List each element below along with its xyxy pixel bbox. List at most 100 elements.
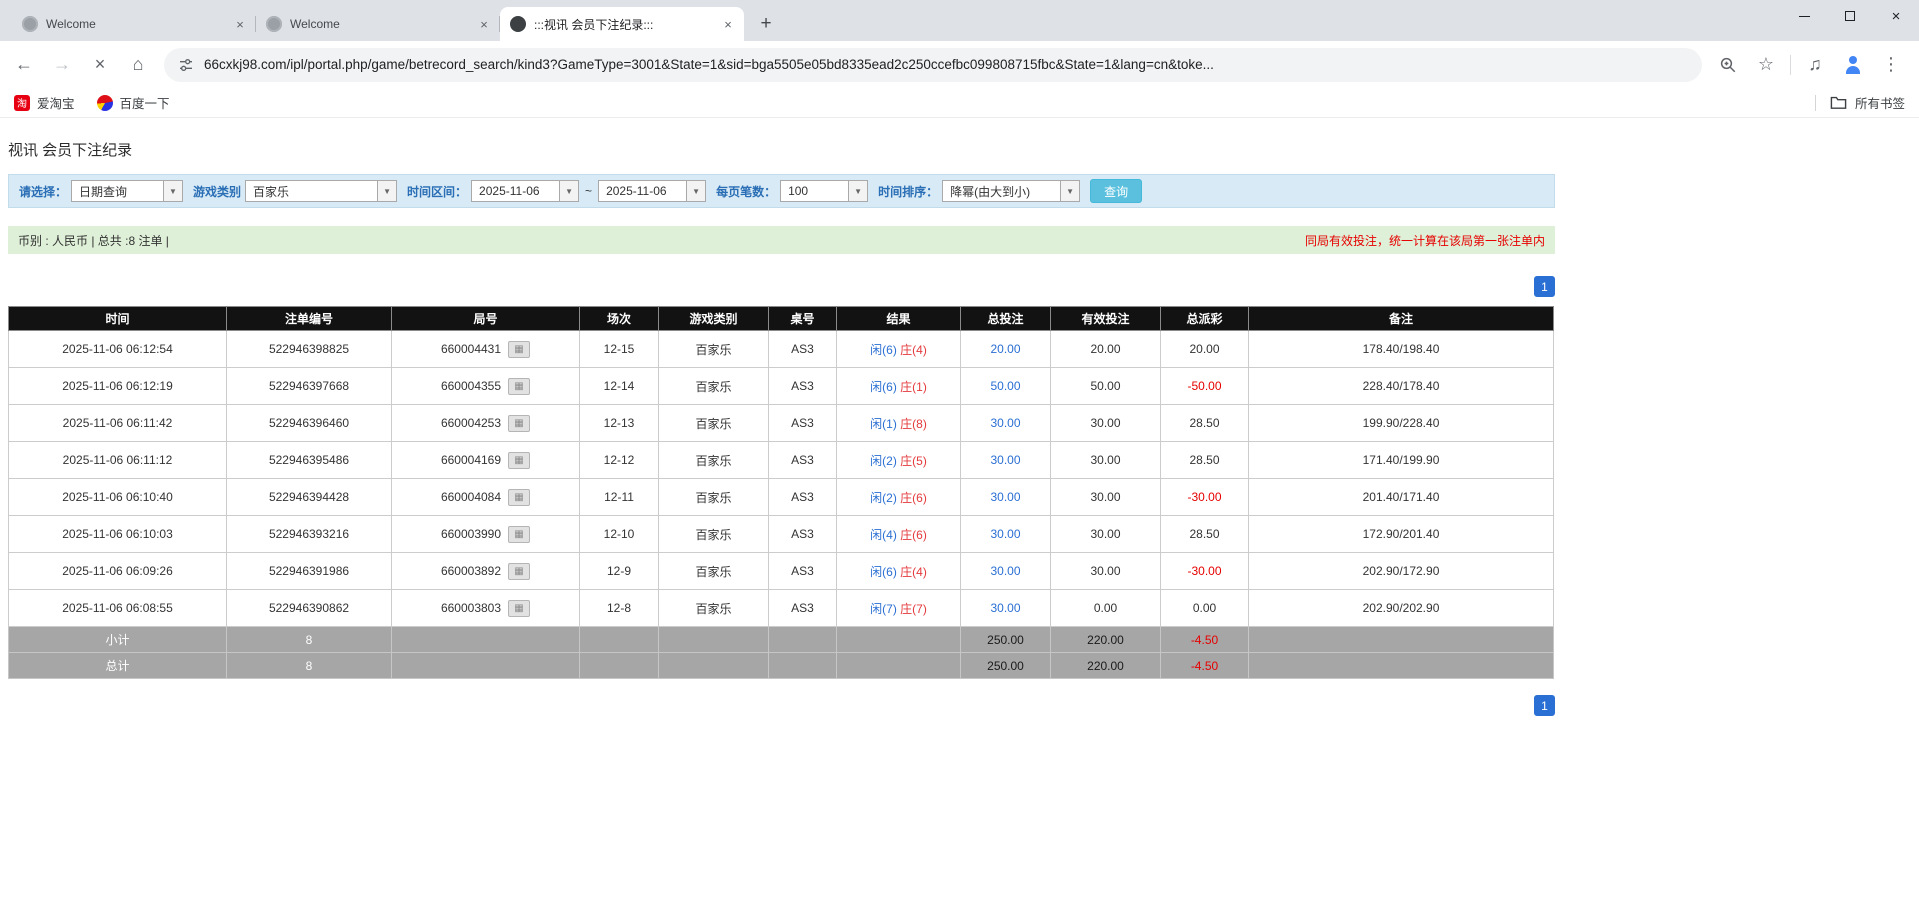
cell-result: 闲(1) 庄(8) — [837, 405, 961, 442]
new-tab-button[interactable]: + — [752, 10, 780, 38]
round-result-icon[interactable]: ▦ — [508, 378, 530, 395]
result-player: 闲(4) — [870, 528, 897, 542]
date-range-separator: ~ — [585, 184, 592, 198]
cell-table-no: AS3 — [769, 405, 837, 442]
cell-session: 12-10 — [580, 516, 659, 553]
chevron-down-icon[interactable]: ▼ — [559, 181, 578, 201]
result-banker: 庄(8) — [900, 417, 927, 431]
round-result-icon[interactable]: ▦ — [508, 489, 530, 506]
tab-close-icon[interactable]: × — [476, 16, 492, 32]
query-type-value: 日期查询 — [72, 181, 163, 201]
total-bet-link[interactable]: 30.00 — [990, 601, 1020, 615]
round-result-icon[interactable]: ▦ — [508, 452, 530, 469]
pagination-top: 1 — [8, 276, 1555, 297]
tab-welcome-1[interactable]: Welcome × — [12, 7, 256, 41]
date-to-select[interactable]: 2025-11-06 ▼ — [598, 180, 706, 202]
query-type-select[interactable]: 日期查询 ▼ — [71, 180, 183, 202]
empty-cell — [837, 627, 961, 653]
page-1-button[interactable]: 1 — [1534, 695, 1555, 716]
all-bookmarks-button[interactable]: 所有书签 — [1815, 93, 1905, 112]
round-result-icon[interactable]: ▦ — [508, 415, 530, 432]
pagination-bottom: 1 — [8, 695, 1555, 716]
date-from-select[interactable]: 2025-11-06 ▼ — [471, 180, 579, 202]
toolbar-divider — [1790, 55, 1791, 75]
bookmark-star-button[interactable]: ☆ — [1748, 47, 1784, 83]
window-controls: × — [1781, 0, 1919, 32]
col-remark: 备注 — [1249, 307, 1554, 331]
magnifier-plus-svg — [1719, 56, 1737, 74]
profile-button[interactable] — [1835, 47, 1871, 83]
game-type-select[interactable]: 百家乐 ▼ — [245, 180, 397, 202]
round-result-icon[interactable]: ▦ — [508, 341, 530, 358]
bet-record-table: 时间 注单编号 局号 场次 游戏类别 桌号 结果 总投注 有效投注 总派彩 备注… — [8, 306, 1554, 679]
round-result-icon[interactable]: ▦ — [508, 563, 530, 580]
page-1-button[interactable]: 1 — [1534, 276, 1555, 297]
tab-bet-record[interactable]: :::视讯 会员下注纪录::: × — [500, 7, 744, 41]
cell-result: 闲(4) 庄(6) — [837, 516, 961, 553]
maximize-button[interactable] — [1827, 0, 1873, 32]
globe-favicon — [22, 16, 38, 32]
cell-total-bet: 30.00 — [961, 516, 1051, 553]
chevron-down-icon[interactable]: ▼ — [848, 181, 867, 201]
cell-session: 12-13 — [580, 405, 659, 442]
total-bet-link[interactable]: 30.00 — [990, 527, 1020, 541]
chevron-down-icon[interactable]: ▼ — [686, 181, 705, 201]
round-number: 660004169 — [441, 453, 501, 467]
media-controls-button[interactable]: ♫ — [1797, 47, 1833, 83]
round-result-icon[interactable]: ▦ — [508, 526, 530, 543]
site-settings-icon[interactable] — [178, 57, 194, 73]
chevron-down-icon[interactable]: ▼ — [163, 181, 182, 201]
total-bet-link[interactable]: 30.00 — [990, 490, 1020, 504]
cell-round: 660004253▦ — [392, 405, 580, 442]
bookmarks-divider — [1815, 95, 1816, 111]
total-label: 总计 — [9, 653, 227, 679]
cell-result: 闲(2) 庄(6) — [837, 479, 961, 516]
total-bet-link[interactable]: 30.00 — [990, 453, 1020, 467]
cell-time: 2025-11-06 06:10:40 — [9, 479, 227, 516]
cell-payout: 0.00 — [1161, 590, 1249, 627]
round-result-icon[interactable]: ▦ — [508, 600, 530, 617]
cell-result: 闲(6) 庄(4) — [837, 553, 961, 590]
cell-table-no: AS3 — [769, 368, 837, 405]
cell-session: 12-8 — [580, 590, 659, 627]
close-window-button[interactable]: × — [1873, 0, 1919, 32]
subtotal-row: 小计 8 250.00 220.00 -4.50 — [9, 627, 1554, 653]
back-button[interactable]: ← — [6, 47, 42, 83]
tab-welcome-2[interactable]: Welcome × — [256, 7, 500, 41]
cell-table-no: AS3 — [769, 516, 837, 553]
cell-payout: -50.00 — [1161, 368, 1249, 405]
total-bet-link[interactable]: 30.00 — [990, 564, 1020, 578]
total-bet-link[interactable]: 30.00 — [990, 416, 1020, 430]
page-size-select[interactable]: 100 ▼ — [780, 180, 868, 202]
minimize-button[interactable] — [1781, 0, 1827, 32]
table-row: 2025-11-06 06:11:12522946395486660004169… — [9, 442, 1554, 479]
folder-icon — [1830, 95, 1847, 110]
chevron-down-icon[interactable]: ▼ — [377, 181, 396, 201]
home-button[interactable]: ⌂ — [120, 47, 156, 83]
result-player: 闲(6) — [870, 565, 897, 579]
tab-close-icon[interactable]: × — [232, 16, 248, 32]
bookmark-baidu[interactable]: 百度一下 — [97, 93, 170, 112]
tab-close-icon[interactable]: × — [720, 16, 736, 32]
menu-button[interactable]: ⋮ — [1873, 47, 1909, 83]
bookmark-aitaobao[interactable]: 淘 爱淘宝 — [14, 93, 75, 112]
result-player: 闲(1) — [870, 417, 897, 431]
address-bar[interactable]: 66cxkj98.com/ipl/portal.php/game/betreco… — [164, 48, 1702, 82]
subtotal-count: 8 — [227, 627, 392, 653]
zoom-icon[interactable] — [1710, 47, 1746, 83]
cell-round: 660003803▦ — [392, 590, 580, 627]
result-banker: 庄(6) — [900, 491, 927, 505]
total-row: 总计 8 250.00 220.00 -4.50 — [9, 653, 1554, 679]
chevron-down-icon[interactable]: ▼ — [1060, 181, 1079, 201]
total-bet-link[interactable]: 20.00 — [990, 342, 1020, 356]
total-bet-link[interactable]: 50.00 — [990, 379, 1020, 393]
time-sort-select[interactable]: 降幂(由大到小) ▼ — [942, 180, 1080, 202]
cell-remark: 199.90/228.40 — [1249, 405, 1554, 442]
search-button[interactable]: 查询 — [1090, 179, 1142, 203]
forward-button[interactable]: → — [44, 47, 80, 83]
cell-result: 闲(6) 庄(1) — [837, 368, 961, 405]
tab-strip: Welcome × Welcome × :::视讯 会员下注纪录::: × + … — [0, 0, 1919, 41]
stop-loading-button[interactable]: × — [82, 47, 118, 83]
page-size-value: 100 — [781, 181, 848, 201]
summary-bar: 币别 : 人民币 | 总共 :8 注单 | 同局有效投注，统一计算在该局第一张注… — [8, 226, 1555, 254]
